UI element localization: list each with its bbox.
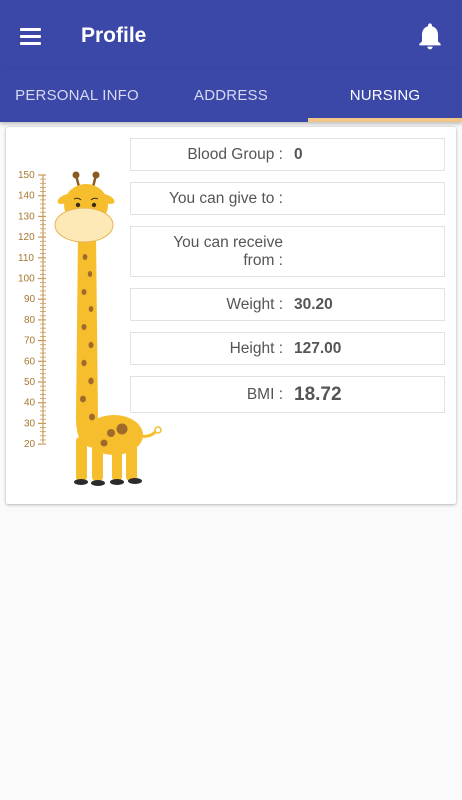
weight-field: Weight : 30.20 <box>130 288 445 321</box>
height-value: 127.00 <box>294 340 342 357</box>
nursing-card: 150 140 130 120 110 100 90 80 70 60 50 4… <box>6 127 456 504</box>
ruler-tick-label: 20 <box>24 439 36 450</box>
bmi-field: BMI : 18.72 <box>130 376 445 413</box>
bmi-value: 18.72 <box>294 384 342 405</box>
bell-icon[interactable] <box>414 20 446 52</box>
ruler-tick-label: 120 <box>18 232 35 243</box>
ruler-tick-label: 140 <box>18 191 35 202</box>
page-title: Profile <box>81 24 147 47</box>
tab-nursing[interactable]: NURSING <box>308 68 462 122</box>
tab-personal-info[interactable]: PERSONAL INFO <box>0 68 154 122</box>
ruler-tick-label: 90 <box>24 294 36 305</box>
giraffe-icon <box>54 171 162 486</box>
ruler-tick-label: 30 <box>24 418 36 429</box>
ruler-tick-label: 60 <box>24 356 36 367</box>
ruler-tick-label: 100 <box>18 274 35 285</box>
bmi-label: BMI : <box>246 386 283 403</box>
can-give-to-field: You can give to : <box>130 182 445 215</box>
height-field: Height : 127.00 <box>130 332 445 365</box>
weight-label: Weight : <box>226 296 283 313</box>
can-give-to-label: You can give to : <box>168 190 283 207</box>
tab-bar: PERSONAL INFO ADDRESS NURSING <box>0 68 462 122</box>
menu-icon[interactable] <box>16 22 46 48</box>
can-receive-from-label: You can receive <box>173 234 283 251</box>
ruler-tick-label: 130 <box>18 211 35 222</box>
ruler-tick-label: 40 <box>24 398 36 409</box>
tab-address[interactable]: ADDRESS <box>154 68 308 122</box>
blood-group-field: Blood Group : 0 <box>130 138 445 171</box>
ruler-tick-label: 150 <box>18 170 35 181</box>
blood-group-label: Blood Group : <box>187 146 283 163</box>
ruler-tick-label: 50 <box>24 377 36 388</box>
app-bar: Profile <box>0 0 462 68</box>
ruler-tick-label: 80 <box>24 315 36 326</box>
active-tab-indicator <box>308 118 462 122</box>
height-label: Height : <box>229 340 283 357</box>
can-receive-from-label-line2: from : <box>243 252 283 269</box>
blood-group-value: 0 <box>294 146 303 163</box>
height-ruler: 150 140 130 120 110 100 90 80 70 60 50 4… <box>18 170 46 450</box>
weight-value: 30.20 <box>294 296 333 313</box>
can-receive-from-field: You can receive from : <box>130 226 445 277</box>
ruler-tick-label: 70 <box>24 336 36 347</box>
ruler-tick-label: 110 <box>18 253 34 264</box>
